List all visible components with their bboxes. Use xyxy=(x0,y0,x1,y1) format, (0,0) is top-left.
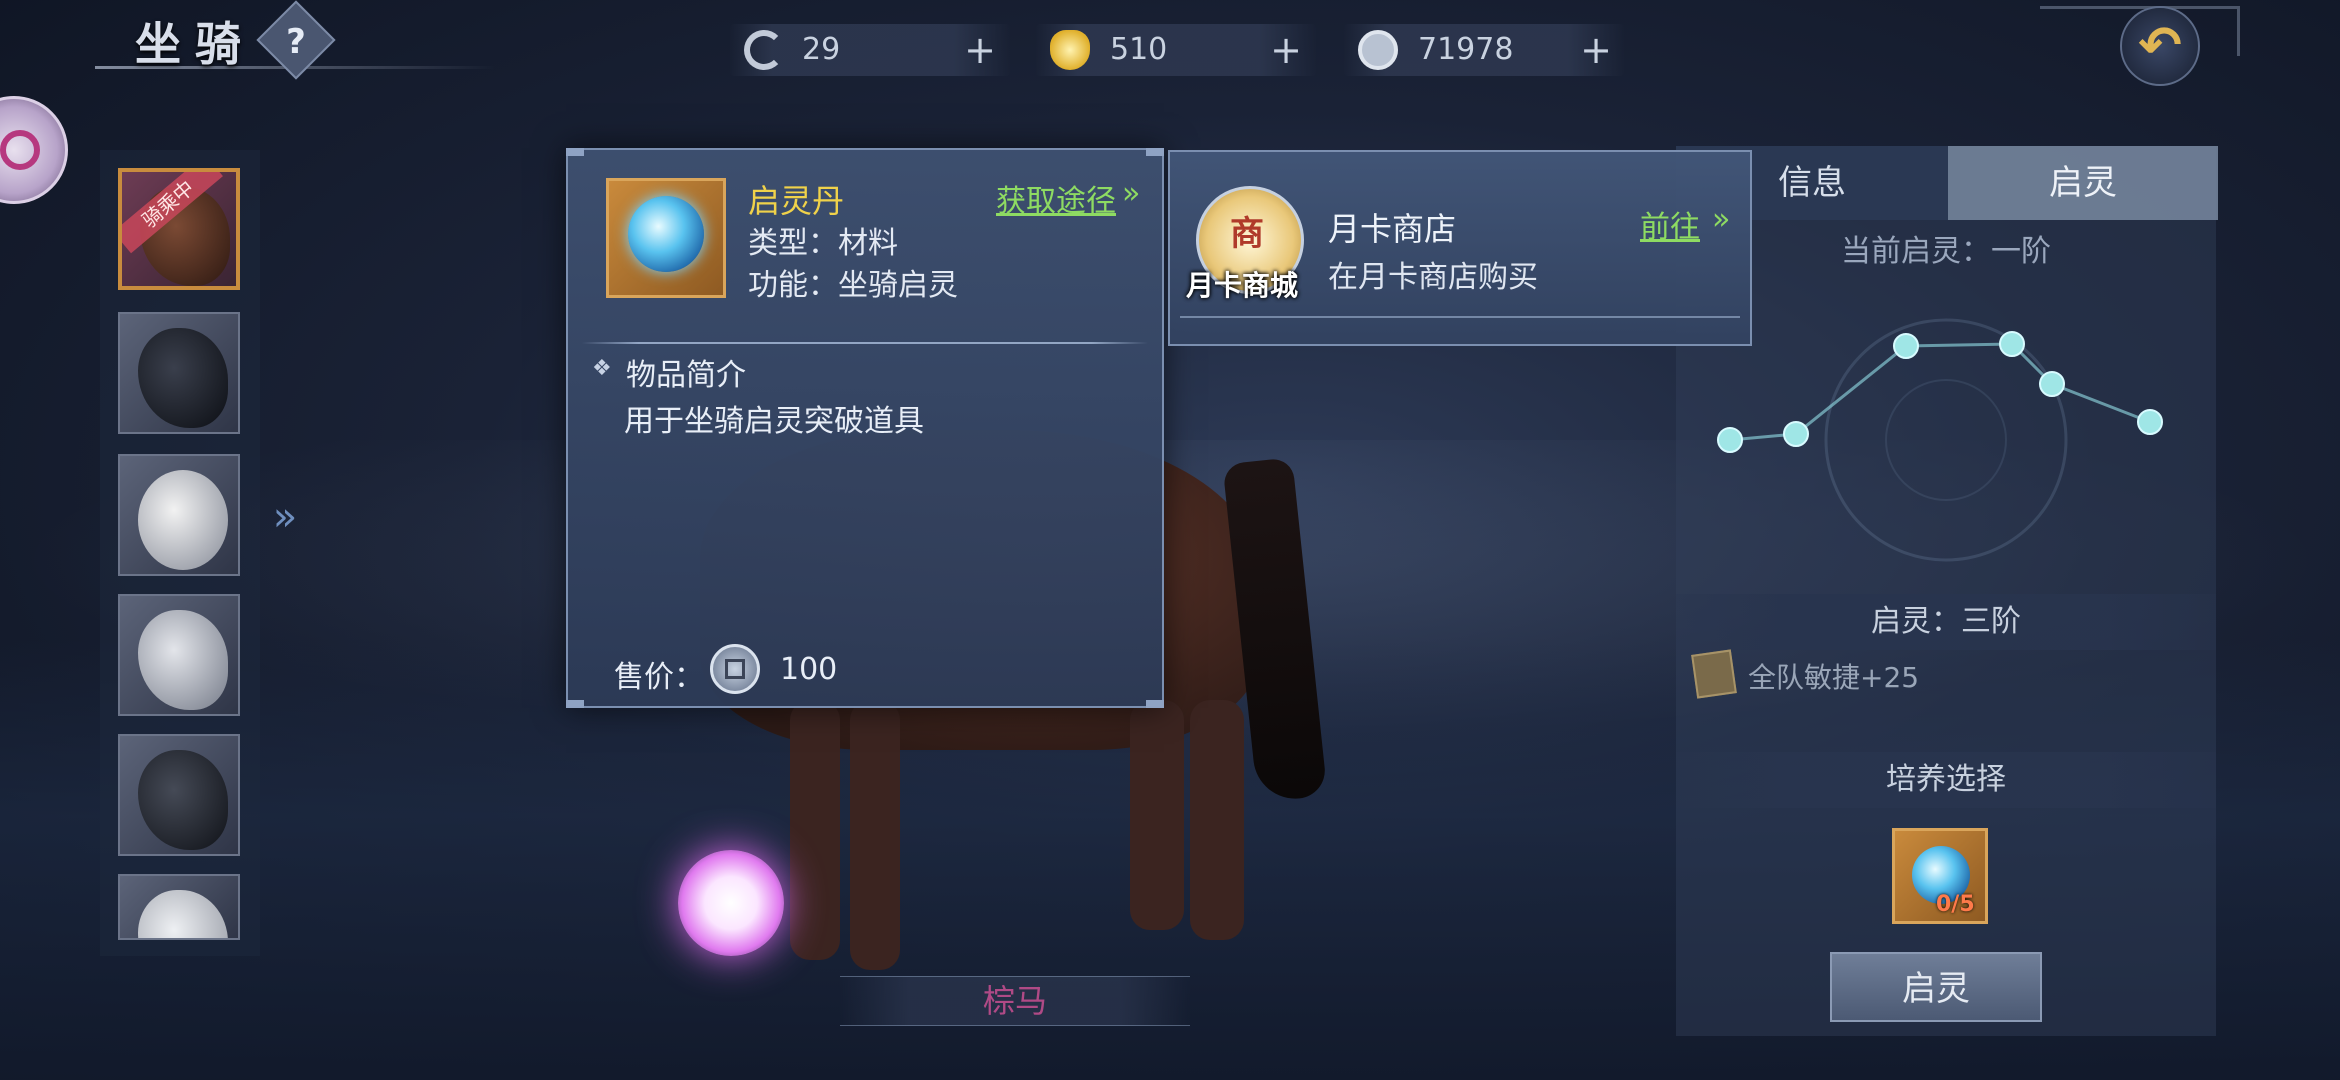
bear-portrait xyxy=(138,470,228,570)
cultivate-title: 培养选择 xyxy=(1676,752,2216,808)
description-title: 物品简介 xyxy=(626,358,746,393)
shop-icon-glyph: 商 xyxy=(1230,214,1264,254)
cultivate-count: 0/5 xyxy=(1936,892,1975,917)
shop-icon-label: 月卡商城 xyxy=(1186,269,1299,302)
divider xyxy=(582,342,1148,344)
mount-item-dark-horse[interactable] xyxy=(118,734,240,856)
resource-value-2: 510 xyxy=(1110,32,1168,67)
question-icon[interactable]: ? xyxy=(268,14,324,70)
price-value: 100 xyxy=(780,652,838,687)
add-resource-1-button[interactable]: + xyxy=(960,26,1000,74)
mount-name: 棕马 xyxy=(982,982,1047,1020)
double-chevron-icon[interactable]: » xyxy=(1122,176,1140,211)
item-type: 类型：材料 xyxy=(748,226,898,261)
current-awaken-level: 当前启灵：一阶 xyxy=(1841,234,2051,269)
acquire-source-link[interactable]: 获取途径 xyxy=(996,176,1116,220)
item-function: 功能：坐骑启灵 xyxy=(748,268,958,303)
swirl-currency-icon xyxy=(744,30,784,70)
magnifier-icon[interactable] xyxy=(0,130,40,170)
diamond-bullet-icon: ❖ xyxy=(592,356,612,381)
awaken-button[interactable]: 启灵 xyxy=(1830,952,2042,1022)
mount-item-pale-horse[interactable] xyxy=(118,874,240,940)
scroll-icon xyxy=(1691,649,1737,699)
description-body: 用于坐骑启灵突破道具 xyxy=(624,404,924,439)
page-title: 坐骑 xyxy=(135,17,255,71)
divider xyxy=(1180,316,1740,318)
glowing-orb xyxy=(678,850,784,956)
resource-value-3: 71978 xyxy=(1418,32,1514,67)
horse-leg xyxy=(1190,700,1244,940)
copper-coin-icon xyxy=(1358,30,1398,70)
corner-ornament xyxy=(1146,700,1164,708)
bonus-stat: 全队敏捷+25 xyxy=(1748,661,1920,694)
add-resource-2-button[interactable]: + xyxy=(1266,26,1306,74)
coin-hole xyxy=(725,659,745,679)
expand-list-icon[interactable]: » xyxy=(262,490,308,544)
horse-portrait xyxy=(138,328,228,428)
gold-ingot-icon xyxy=(1050,30,1090,70)
price-label: 售价： xyxy=(614,660,704,695)
horse-portrait xyxy=(138,610,228,710)
horse-leg xyxy=(850,700,900,970)
constellation-diagram xyxy=(1717,318,2163,562)
mount-item-brown-horse[interactable]: 骑乘中 xyxy=(118,168,240,290)
mount-item-white-horse[interactable] xyxy=(118,594,240,716)
mount-item-white-bear[interactable] xyxy=(118,454,240,576)
corner-ornament xyxy=(566,700,584,708)
mount-item-black-horse[interactable] xyxy=(118,312,240,434)
corner-ornament xyxy=(566,148,584,156)
go-to-shop-link[interactable]: 前往 xyxy=(1640,202,1700,246)
add-resource-3-button[interactable]: + xyxy=(1576,26,1616,74)
shop-description: 在月卡商店购买 xyxy=(1328,260,1538,295)
shop-name: 月卡商店 xyxy=(1328,210,1457,248)
horse-portrait xyxy=(138,890,228,938)
tab-awaken[interactable]: 启灵 xyxy=(1948,146,2218,220)
horse-portrait xyxy=(138,750,228,850)
horse-leg xyxy=(790,700,840,960)
back-arrow-icon[interactable]: ↶ xyxy=(2120,6,2200,86)
item-name: 启灵丹 xyxy=(748,182,845,220)
corner-ornament xyxy=(1146,148,1164,156)
double-chevron-icon[interactable]: » xyxy=(1712,202,1730,237)
spirit-pill-icon xyxy=(628,196,704,272)
awaken-level-bar: 启灵：三阶 xyxy=(1676,594,2216,650)
resource-value-1: 29 xyxy=(802,32,841,67)
horse-leg xyxy=(1130,700,1184,930)
